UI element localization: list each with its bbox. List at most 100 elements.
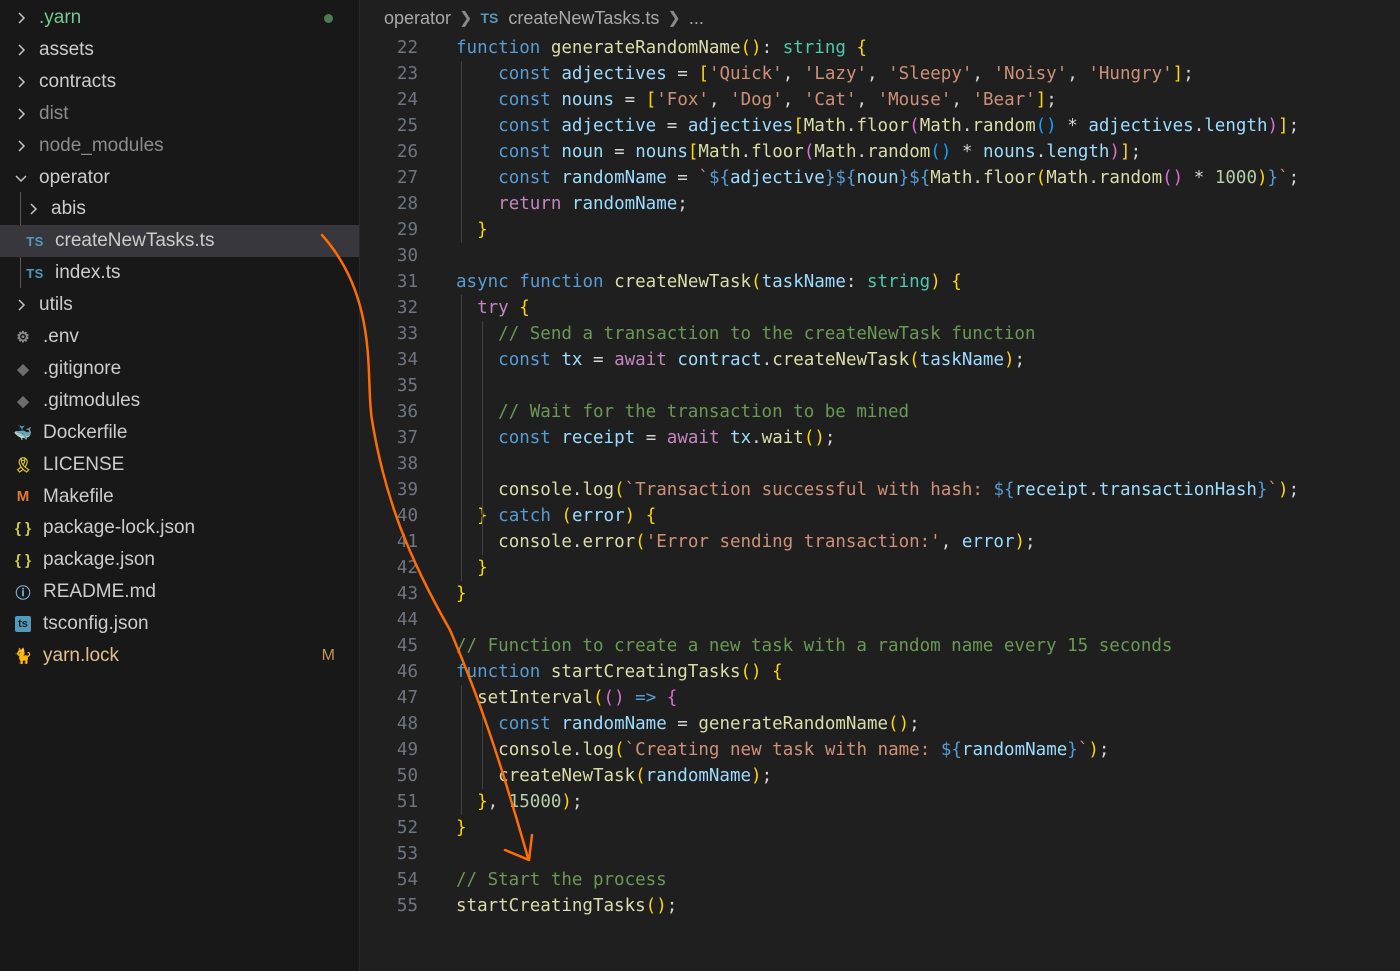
- line-number: 49: [396, 740, 418, 760]
- tree-file-license[interactable]: 🎗 LICENSE: [0, 449, 359, 481]
- line-text: const randomName = generateRandomName();: [498, 714, 920, 734]
- code-line[interactable]: 51 }, 15000);: [360, 789, 1400, 815]
- code-line[interactable]: 31 async function createNewTask(taskName:…: [360, 269, 1400, 295]
- code-line[interactable]: 22 function generateRandomName(): string …: [360, 35, 1400, 61]
- line-number: 36: [396, 402, 418, 422]
- code-line[interactable]: 52}: [360, 815, 1400, 841]
- line-number: 48: [396, 714, 418, 734]
- tree-file-package-json[interactable]: { } package.json: [0, 544, 359, 576]
- indent-guide: [461, 61, 462, 243]
- line-number: 30: [396, 246, 418, 266]
- code-line[interactable]: 29 }: [360, 217, 1400, 243]
- line-text: async function createNewTask(taskName: s…: [456, 272, 962, 292]
- tree-file-createnewtasks-ts[interactable]: TS createNewTasks.ts: [0, 225, 359, 258]
- code-line[interactable]: 42 }: [360, 555, 1400, 581]
- code-line[interactable]: 48 const randomName = generateRandomName…: [360, 711, 1400, 737]
- line-text: const nouns = ['Fox', 'Dog', 'Cat', 'Mou…: [498, 90, 1057, 110]
- indent-guide: [482, 711, 483, 789]
- code-line[interactable]: 49 console.log(`Creating new task with n…: [360, 737, 1400, 763]
- tree-folder-node-modules[interactable]: node_modules: [0, 130, 359, 162]
- code-line[interactable]: 47 setInterval(() => {: [360, 685, 1400, 711]
- line-text: return randomName;: [498, 194, 688, 214]
- makefile-icon: M: [16, 488, 30, 505]
- code-line[interactable]: 40 } catch (error) {: [360, 503, 1400, 529]
- line-text: function generateRandomName(): string {: [456, 38, 867, 58]
- tree-folder-operator[interactable]: operator: [0, 162, 359, 194]
- breadcrumb-folder[interactable]: operator: [384, 8, 451, 29]
- info-icon: ⓘ: [15, 584, 31, 602]
- tree-folder-abis[interactable]: abis: [0, 193, 359, 225]
- code-line[interactable]: 55 startCreatingTasks();: [360, 893, 1400, 919]
- code-line[interactable]: 36 // Wait for the transaction to be min…: [360, 399, 1400, 425]
- tree-file-env[interactable]: ⚙ .env: [0, 321, 359, 353]
- tree-item-label: abis: [51, 198, 86, 220]
- tree-folder-dist[interactable]: dist: [0, 98, 359, 130]
- code-line[interactable]: 28 return randomName;: [360, 191, 1400, 217]
- tree-file-yarn-lock[interactable]: 🐈 yarn.lock M: [0, 640, 359, 672]
- breadcrumb-file[interactable]: createNewTasks.ts: [508, 8, 659, 29]
- code-line[interactable]: 27 const randomName = `${adjective}${nou…: [360, 165, 1400, 191]
- chevron-down-icon: [12, 171, 30, 185]
- code-line[interactable]: 30: [360, 243, 1400, 269]
- line-number: 27: [396, 168, 418, 188]
- code-line[interactable]: 43}: [360, 581, 1400, 607]
- chevron-right-icon: [12, 107, 30, 121]
- code-line[interactable]: 25 const adjective = adjectives[Math.flo…: [360, 113, 1400, 139]
- code-line[interactable]: 32 try {: [360, 295, 1400, 321]
- code-line[interactable]: 26 const noun = nouns[Math.floor(Math.ra…: [360, 139, 1400, 165]
- tree-item-label: index.ts: [55, 262, 121, 284]
- tree-file-tsconfig-json[interactable]: ts tsconfig.json: [0, 608, 359, 640]
- code-line[interactable]: 37 const receipt = await tx.wait();: [360, 425, 1400, 451]
- code-line[interactable]: 46 function startCreatingTasks() {: [360, 659, 1400, 685]
- code-editor[interactable]: operator ❯ TS createNewTasks.ts ❯ ... 22…: [360, 0, 1400, 971]
- tree-file-readme-md[interactable]: ⓘ README.md: [0, 576, 359, 608]
- git-status-dot: [324, 13, 333, 23]
- tree-file-package-lock-json[interactable]: { } package-lock.json: [0, 512, 359, 544]
- line-text: const noun = nouns[Math.floor(Math.rando…: [498, 142, 1142, 162]
- tree-item-label: README.md: [43, 581, 156, 603]
- code-line[interactable]: 50 createNewTask(randomName);: [360, 763, 1400, 789]
- line-number: 25: [396, 116, 418, 136]
- code-line[interactable]: 53: [360, 841, 1400, 867]
- code-line[interactable]: 33 // Send a transaction to the createNe…: [360, 321, 1400, 347]
- tree-file-dockerfile[interactable]: 🐳 Dockerfile: [0, 417, 359, 449]
- json-icon: { }: [15, 519, 31, 537]
- tree-item-label: utils: [39, 294, 73, 316]
- tree-item-label: dist: [39, 102, 69, 124]
- tsconfig-icon: ts: [15, 616, 31, 633]
- gear-icon: ⚙: [16, 329, 30, 346]
- breadcrumb-more[interactable]: ...: [689, 8, 704, 29]
- line-number: 42: [396, 558, 418, 578]
- code-line[interactable]: 45 // Function to create a new task with …: [360, 633, 1400, 659]
- code-line[interactable]: 35: [360, 373, 1400, 399]
- chevron-right-icon: [12, 75, 30, 89]
- code-line[interactable]: 44: [360, 607, 1400, 633]
- tree-folder-contracts[interactable]: contracts: [0, 66, 359, 98]
- tree-file-gitignore[interactable]: ◆ .gitignore: [0, 353, 359, 385]
- tree-item-label: contracts: [39, 70, 117, 92]
- chevron-right-icon: [12, 298, 30, 312]
- tree-folder-yarn[interactable]: .yarn: [0, 2, 359, 34]
- tree-file-makefile[interactable]: M Makefile: [0, 481, 359, 513]
- code-line[interactable]: 54 // Start the process: [360, 867, 1400, 893]
- code-line[interactable]: 38: [360, 451, 1400, 477]
- license-icon: 🎗: [13, 456, 33, 474]
- tree-file-index-ts[interactable]: TS index.ts: [0, 257, 359, 289]
- code-line[interactable]: 39 console.log(`Transaction successful w…: [360, 477, 1400, 503]
- line-number: 45: [396, 636, 418, 656]
- line-text: createNewTask(randomName);: [498, 766, 773, 786]
- line-number: 28: [396, 194, 418, 214]
- tree-file-gitmodules[interactable]: ◆ .gitmodules: [0, 385, 359, 417]
- line-number: 52: [396, 818, 418, 838]
- code-line[interactable]: 41 console.error('Error sending transact…: [360, 529, 1400, 555]
- code-line[interactable]: 23 const adjectives = ['Quick', 'Lazy', …: [360, 61, 1400, 87]
- tree-folder-utils[interactable]: utils: [0, 289, 359, 321]
- code-line[interactable]: 34 const tx = await contract.createNewTa…: [360, 347, 1400, 373]
- tree-folder-assets[interactable]: assets: [0, 34, 359, 66]
- tree-item-label: operator: [39, 166, 110, 188]
- line-text: setInterval(() => {: [477, 688, 678, 708]
- tree-item-label: createNewTasks.ts: [55, 230, 215, 252]
- tree-item-label: .gitignore: [43, 357, 122, 379]
- line-number: 26: [396, 142, 418, 162]
- code-line[interactable]: 24 const nouns = ['Fox', 'Dog', 'Cat', '…: [360, 87, 1400, 113]
